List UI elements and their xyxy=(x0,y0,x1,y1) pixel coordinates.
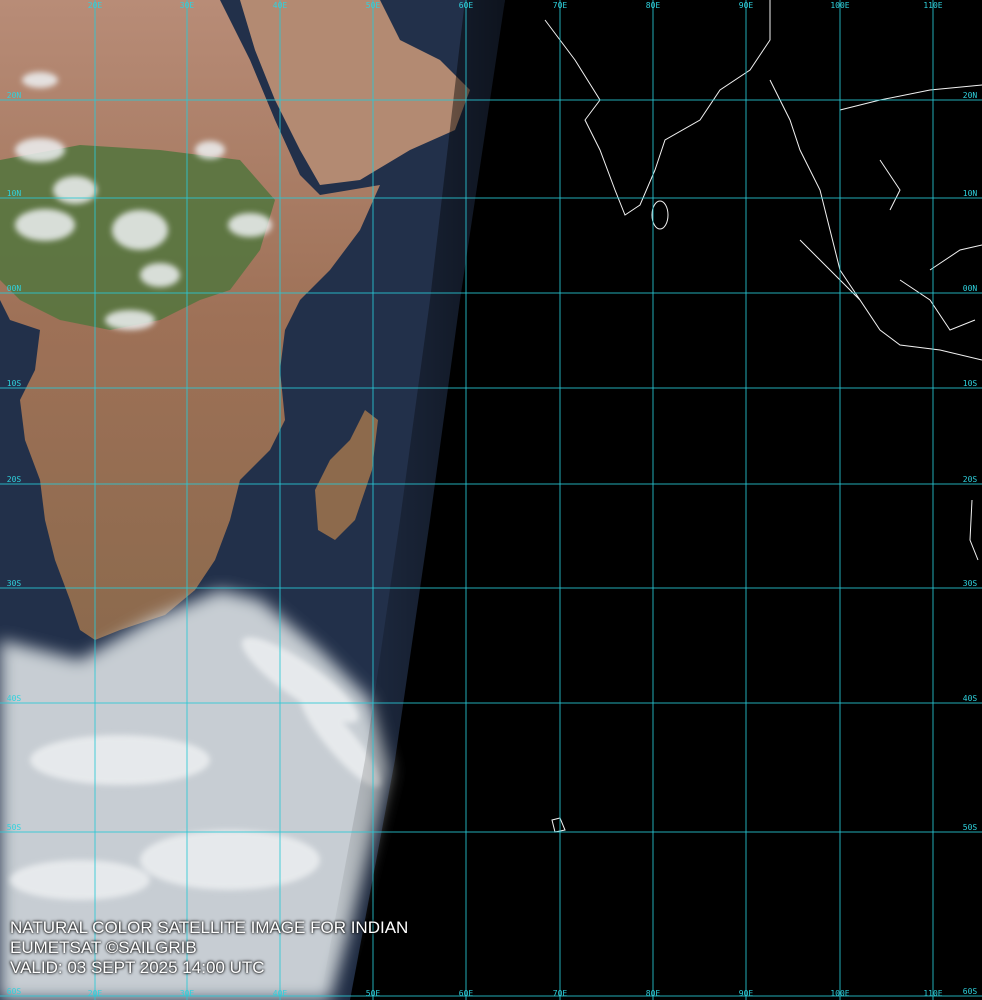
latitude-label: 30S xyxy=(7,579,22,588)
longitude-label: 100E xyxy=(830,989,849,998)
longitude-label: 40E xyxy=(273,989,288,998)
longitude-label: 70E xyxy=(553,989,568,998)
latitude-label: 50S xyxy=(963,823,978,832)
longitude-label: 100E xyxy=(830,1,849,10)
longitude-label: 90E xyxy=(739,1,754,10)
image-caption: NATURAL COLOR SATELLITE IMAGE FOR INDIAN… xyxy=(10,918,408,978)
latitude-label: 40S xyxy=(963,694,978,703)
longitude-label: 80E xyxy=(646,1,661,10)
latitude-label: 20S xyxy=(7,475,22,484)
longitude-label: 110E xyxy=(923,1,942,10)
latitude-label: 00N xyxy=(963,284,978,293)
latitude-label: 20N xyxy=(963,91,978,100)
latitude-label: 30S xyxy=(963,579,978,588)
caption-title: NATURAL COLOR SATELLITE IMAGE FOR INDIAN xyxy=(10,918,409,937)
latitude-label: 10S xyxy=(7,379,22,388)
latitude-label: 10N xyxy=(7,189,22,198)
latitude-label: 10N xyxy=(963,189,978,198)
longitude-label: 110E xyxy=(923,989,942,998)
latitude-label: 60S xyxy=(963,987,978,996)
longitude-label: 70E xyxy=(553,1,568,10)
latitude-label: 60S xyxy=(7,987,22,996)
satellite-map: 20E 20E 30E 30E 40E 40E 50E 50E 60E 60E 70E 70E 80E 8… xyxy=(0,0,982,1000)
longitude-label: 20E xyxy=(88,989,103,998)
longitude-label: 50E xyxy=(366,989,381,998)
longitude-label: 90E xyxy=(739,989,754,998)
longitude-label: 30E xyxy=(180,1,195,10)
latitude-label: 20N xyxy=(7,91,22,100)
caption-valid-time: VALID: 03 SEPT 2025 14:00 UTC xyxy=(10,958,265,977)
longitude-label: 50E xyxy=(366,1,381,10)
latitude-label: 20S xyxy=(963,475,978,484)
longitude-label: 60E xyxy=(459,989,474,998)
latitude-label: 10S xyxy=(963,379,978,388)
latitude-label: 40S xyxy=(7,694,22,703)
longitude-label: 30E xyxy=(180,989,195,998)
longitude-label: 60E xyxy=(459,1,474,10)
latitude-label: 50S xyxy=(7,823,22,832)
latitude-label: 00N xyxy=(7,284,22,293)
caption-credit: EUMETSAT ©SAILGRIB xyxy=(10,938,197,957)
longitude-label: 80E xyxy=(646,989,661,998)
longitude-label: 20E xyxy=(88,1,103,10)
longitude-label: 40E xyxy=(273,1,288,10)
